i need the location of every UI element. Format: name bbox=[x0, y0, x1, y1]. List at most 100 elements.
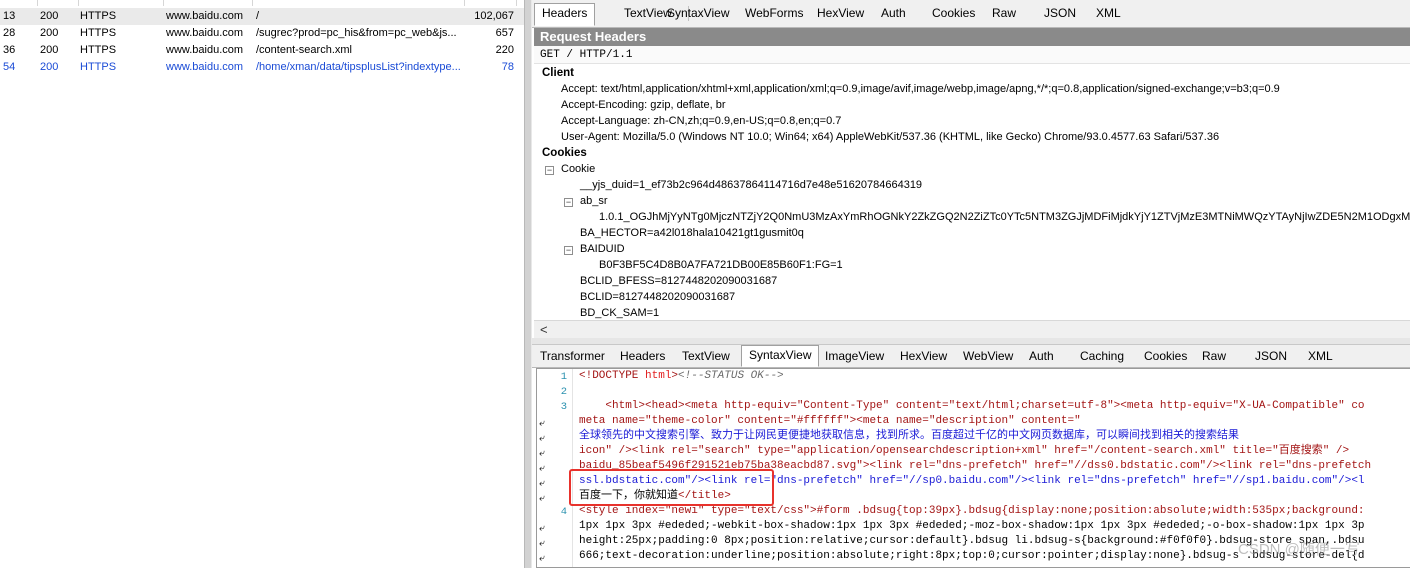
session-row-36[interactable]: 36 200 HTTPS www.baidu.com /content-sear… bbox=[0, 42, 524, 59]
header-accept-encoding: Accept-Encoding: gzip, deflate, br bbox=[561, 99, 726, 111]
scroll-left-icon[interactable]: < bbox=[540, 322, 548, 337]
word-wrap-icon: ⤶ bbox=[539, 478, 545, 489]
cookie-baiduid: BAIDUID bbox=[580, 243, 625, 255]
code-line-3f: ssl.bdstatic.com"/><link rel="dns-prefet… bbox=[579, 475, 1365, 487]
request-tab-json[interactable]: JSON bbox=[1036, 3, 1084, 24]
code-line-4b: 1px 1px 3px #ededed;-webkit-box-shadow:1… bbox=[579, 520, 1365, 532]
word-wrap-icon: ⤶ bbox=[539, 538, 545, 549]
session-row-54[interactable]: 54 200 HTTPS www.baidu.com /home/xman/da… bbox=[0, 59, 524, 76]
response-tab-textview[interactable]: TextView bbox=[674, 346, 738, 367]
response-tab-caching[interactable]: Caching bbox=[1072, 346, 1132, 367]
session-url: / bbox=[256, 10, 260, 22]
word-wrap-icon: ⤶ bbox=[539, 553, 545, 564]
session-protocol: HTTPS bbox=[80, 44, 117, 56]
session-host: www.baidu.com bbox=[166, 61, 244, 73]
request-tab-cookies[interactable]: Cookies bbox=[924, 3, 983, 24]
cookie-bclid-bfess: BCLID_BFESS=8127448202090031687 bbox=[580, 275, 778, 287]
cookie-node: Cookie bbox=[561, 163, 596, 175]
session-number: 28 bbox=[3, 27, 16, 39]
word-wrap-icon: ⤶ bbox=[539, 523, 545, 534]
column-header-edge bbox=[0, 0, 524, 8]
response-tab-bar: Transformer Headers TextView SyntaxView … bbox=[532, 345, 1410, 368]
session-result: 200 bbox=[40, 10, 59, 22]
horizontal-splitter[interactable] bbox=[532, 338, 1410, 345]
session-protocol: HTTPS bbox=[80, 61, 117, 73]
line-number: 1 bbox=[560, 371, 567, 383]
code-line-4a: <style index="newi" type="text/css">#for… bbox=[579, 505, 1365, 517]
response-tab-raw[interactable]: Raw bbox=[1194, 346, 1234, 367]
request-tab-bar: Headers TextView SyntaxView WebForms Hex… bbox=[532, 0, 1410, 28]
response-tab-cookies[interactable]: Cookies bbox=[1136, 346, 1195, 367]
response-tab-webview[interactable]: WebView bbox=[955, 346, 1021, 367]
header-group-client: Client bbox=[542, 67, 574, 79]
session-result: 200 bbox=[40, 44, 59, 56]
response-tab-imageview[interactable]: ImageView bbox=[817, 346, 892, 367]
session-row-13[interactable]: 13 200 HTTPS www.baidu.com / 102,067 bbox=[0, 8, 524, 25]
response-tab-json[interactable]: JSON bbox=[1247, 346, 1295, 367]
request-tab-auth[interactable]: Auth bbox=[873, 3, 914, 24]
response-tab-headers[interactable]: Headers bbox=[612, 346, 673, 367]
request-line: GET / HTTP/1.1 bbox=[534, 46, 1410, 64]
collapse-cookie-icon[interactable]: − bbox=[545, 166, 554, 175]
header-accept-language: Accept-Language: zh-CN,zh;q=0.9,en-US;q=… bbox=[561, 115, 842, 127]
code-line-1: <!DOCTYPE html><!--STATUS OK--> bbox=[579, 370, 784, 382]
line-number: 3 bbox=[560, 401, 567, 413]
word-wrap-icon: ⤶ bbox=[539, 418, 545, 429]
session-body-size: 657 bbox=[495, 27, 514, 39]
session-row-28[interactable]: 28 200 HTTPS www.baidu.com /sugrec?prod=… bbox=[0, 25, 524, 42]
response-tab-transformer[interactable]: Transformer bbox=[532, 346, 613, 367]
session-list: 13 200 HTTPS www.baidu.com / 102,067 28 … bbox=[0, 0, 524, 568]
code-line-3b: meta name="theme-color" content="#ffffff… bbox=[579, 415, 1081, 427]
session-host: www.baidu.com bbox=[166, 44, 244, 56]
session-url: /sugrec?prod=pc_his&from=pc_web&js... bbox=[256, 27, 457, 39]
session-protocol: HTTPS bbox=[80, 10, 117, 22]
cookie-ab-sr: ab_sr bbox=[580, 195, 608, 207]
line-number-gutter: 1 2 3 ⤶ ⤶ ⤶ ⤶ ⤶ ⤶ 4 ⤶ ⤶ ⤶ bbox=[537, 369, 573, 567]
line-number: 4 bbox=[560, 506, 567, 518]
request-tab-hexview[interactable]: HexView bbox=[809, 3, 872, 24]
session-url: /content-search.xml bbox=[256, 44, 352, 56]
word-wrap-icon: ⤶ bbox=[539, 433, 545, 444]
session-number: 54 bbox=[3, 61, 16, 73]
collapse-ab-sr-icon[interactable]: − bbox=[564, 198, 573, 207]
request-headers-tree: Client Accept: text/html,application/xht… bbox=[534, 64, 1410, 320]
session-number: 36 bbox=[3, 44, 16, 56]
code-line-3e: baidu_85beaf5496f291521eb75ba38eacbd87.s… bbox=[579, 460, 1372, 472]
request-tab-headers[interactable]: Headers bbox=[534, 3, 596, 26]
cookie-bd-ck-sam: BD_CK_SAM=1 bbox=[580, 307, 660, 319]
code-line-3a: <html><head><meta http-equiv="Content-Ty… bbox=[579, 400, 1365, 412]
vertical-splitter[interactable] bbox=[524, 0, 532, 568]
request-tab-webforms[interactable]: WebForms bbox=[737, 3, 811, 24]
session-host: www.baidu.com bbox=[166, 27, 244, 39]
cookie-ab-sr-value: 1.0.1_OGJhMjYyNTg0MjczNTZjY2Q0NmU3MzAxYm… bbox=[599, 211, 1410, 223]
response-tab-xml[interactable]: XML bbox=[1300, 346, 1341, 367]
session-host: www.baidu.com bbox=[166, 10, 244, 22]
request-tab-xml[interactable]: XML bbox=[1088, 3, 1129, 24]
code-line-3c: 全球领先的中文搜索引擎、致力于让网民更便捷地获取信息，找到所求。百度超过千亿的中… bbox=[579, 430, 1239, 442]
session-body-size: 78 bbox=[501, 61, 514, 73]
session-result: 200 bbox=[40, 61, 59, 73]
header-user-agent: User-Agent: Mozilla/5.0 (Windows NT 10.0… bbox=[561, 131, 1220, 143]
header-group-cookies: Cookies bbox=[542, 147, 587, 159]
response-tab-syntaxview[interactable]: SyntaxView bbox=[741, 345, 820, 367]
session-body-size: 102,067 bbox=[474, 10, 514, 22]
word-wrap-icon: ⤶ bbox=[539, 493, 545, 504]
session-protocol: HTTPS bbox=[80, 27, 117, 39]
session-body-size: 220 bbox=[495, 44, 514, 56]
session-number: 13 bbox=[3, 10, 16, 22]
cookie-yjs-duid: __yjs_duid=1_ef73b2c964d48637864114716d7… bbox=[580, 179, 923, 191]
horizontal-scrollbar[interactable]: < bbox=[534, 320, 1410, 338]
response-tab-hexview[interactable]: HexView bbox=[892, 346, 955, 367]
request-tab-syntaxview[interactable]: SyntaxView bbox=[659, 3, 737, 24]
session-url: /home/xman/data/tipsplusList?indextype..… bbox=[256, 61, 461, 73]
cookie-baiduid-value: B0F3BF5C4D8B0A7FA721DB00E85B60F1:FG=1 bbox=[599, 259, 843, 271]
code-line-3g: 百度一下，你就知道</title> bbox=[579, 490, 731, 502]
response-tab-auth[interactable]: Auth bbox=[1021, 346, 1062, 367]
word-wrap-icon: ⤶ bbox=[539, 448, 545, 459]
request-tab-raw[interactable]: Raw bbox=[984, 3, 1024, 24]
collapse-baiduid-icon[interactable]: − bbox=[564, 246, 573, 255]
watermark: CSDN @随便一写 bbox=[1238, 541, 1360, 558]
code-line-3d: icon" /><link rel="search" type="applica… bbox=[579, 445, 1350, 457]
request-headers-title: Request Headers bbox=[534, 28, 1410, 46]
cookie-bclid: BCLID=8127448202090031687 bbox=[580, 291, 736, 303]
